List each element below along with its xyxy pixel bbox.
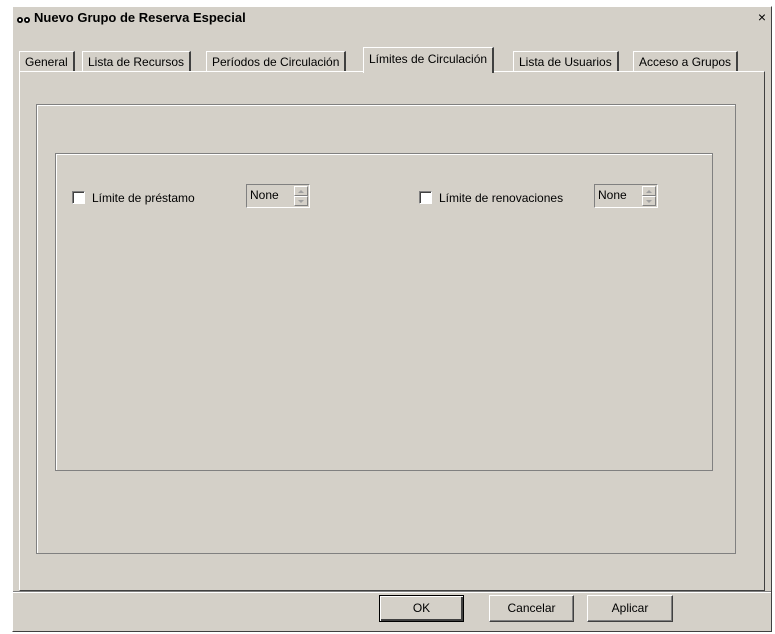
outer-group-frame: Límite de préstamo None Límite de renova… <box>36 104 736 554</box>
tab-panel: Límite de préstamo None Límite de renova… <box>19 71 765 591</box>
renewal-limit-spin-buttons <box>642 186 656 206</box>
inner-group-frame: Límite de préstamo None Límite de renova… <box>55 153 713 471</box>
spin-down-arrow-icon[interactable] <box>294 196 308 206</box>
renewal-limit-checkbox[interactable] <box>419 191 432 204</box>
ok-button[interactable]: OK <box>379 595 464 622</box>
tab-periodos-de-circulacion[interactable]: Períodos de Circulación <box>206 51 347 72</box>
dialog-window: Nuevo Grupo de Reserva Especial × Genera… <box>12 6 772 632</box>
button-bar-divider <box>13 591 771 593</box>
loan-limit-checkbox[interactable] <box>72 191 85 204</box>
app-window-icon <box>17 17 30 23</box>
tab-lista-de-usuarios[interactable]: Lista de Usuarios <box>513 51 619 72</box>
tab-general[interactable]: General <box>19 51 75 72</box>
renewal-limit-label: Límite de renovaciones <box>439 191 564 205</box>
spin-down-arrow-icon[interactable] <box>642 196 656 206</box>
loan-limit-spin-buttons <box>294 186 308 206</box>
spin-up-arrow-icon[interactable] <box>294 186 308 196</box>
apply-button[interactable]: Aplicar <box>587 595 673 622</box>
renewal-limit-value[interactable]: None <box>598 188 627 202</box>
renewal-limit-spinner[interactable]: None <box>594 184 658 208</box>
loan-limit-label: Límite de préstamo <box>92 191 195 205</box>
tab-lista-de-recursos[interactable]: Lista de Recursos <box>82 51 192 72</box>
loan-limit-spinner[interactable]: None <box>246 184 310 208</box>
tab-acceso-a-grupos[interactable]: Acceso a Grupos <box>633 51 739 72</box>
spin-up-arrow-icon[interactable] <box>642 186 656 196</box>
title-bar: Nuevo Grupo de Reserva Especial × <box>13 7 771 29</box>
window-title: Nuevo Grupo de Reserva Especial <box>34 10 246 25</box>
cancel-button[interactable]: Cancelar <box>489 595 574 622</box>
close-icon[interactable]: × <box>755 10 769 25</box>
tab-limites-de-circulacion[interactable]: Límites de Circulación <box>363 47 495 73</box>
loan-limit-value[interactable]: None <box>250 188 279 202</box>
tab-strip: General Lista de Recursos Períodos de Ci… <box>19 47 765 73</box>
